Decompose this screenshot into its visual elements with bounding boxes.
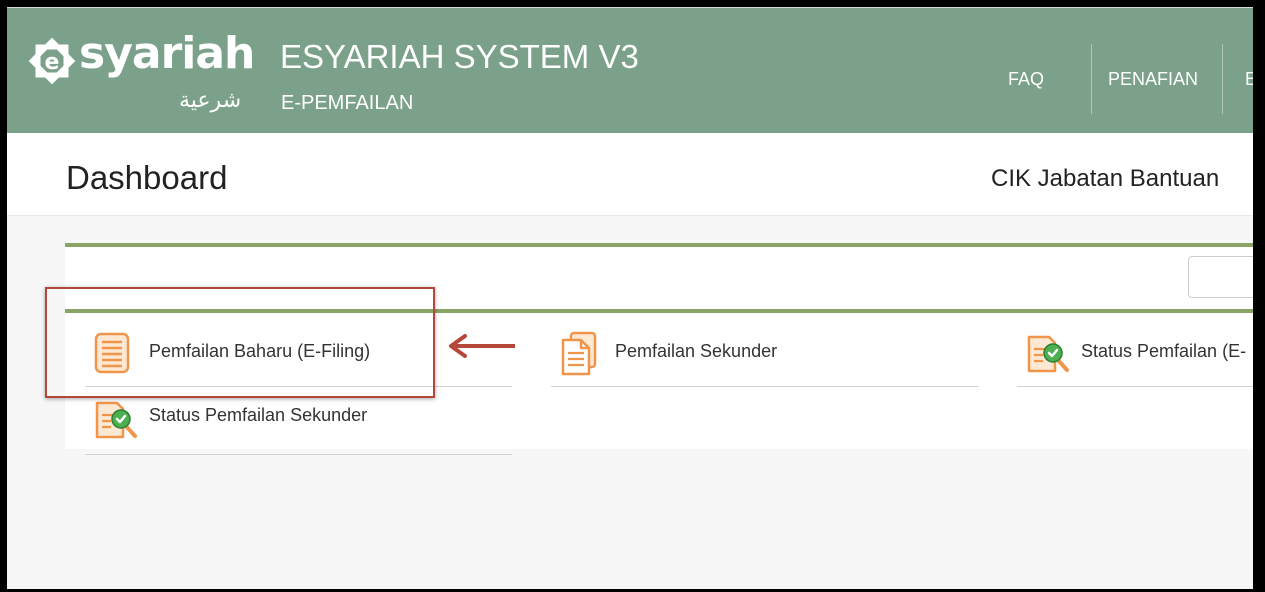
svg-text:e: e bbox=[45, 50, 60, 75]
screenshot-frame: e syariah شرعية ESYARIAH SYSTEM V3 E-PEM… bbox=[0, 0, 1265, 592]
menu-item-label: Status Pemfailan (E- bbox=[1081, 341, 1247, 361]
document-check-search-icon bbox=[1027, 335, 1069, 373]
panel-top-rule bbox=[65, 243, 1253, 247]
search-input[interactable] bbox=[1188, 256, 1253, 298]
nav-divider bbox=[1091, 44, 1092, 114]
app-title: ESYARIAH SYSTEM V3 bbox=[280, 38, 639, 75]
logo-arabic-text: شرعية bbox=[179, 88, 242, 113]
nav-truncated-item[interactable]: E bbox=[1245, 44, 1253, 114]
nav-faq[interactable]: FAQ bbox=[1008, 44, 1044, 114]
menu-item-label: Status Pemfailan Sekunder bbox=[149, 405, 368, 425]
left-arrow-icon bbox=[449, 334, 515, 358]
document-check-search-icon bbox=[95, 401, 137, 439]
page-title-bar: Dashboard CIK Jabatan Bantuan bbox=[7, 133, 1253, 216]
highlight-box bbox=[45, 287, 435, 398]
menu-item-pemfailan-sekunder[interactable]: Pemfailan Sekunder bbox=[551, 321, 979, 387]
header-bar: e syariah شرعية ESYARIAH SYSTEM V3 E-PEM… bbox=[7, 7, 1253, 134]
menu-item-status-pemfailan-sekunder[interactable]: Status Pemfailan Sekunder bbox=[85, 389, 512, 455]
menu-item-label: Pemfailan Sekunder bbox=[615, 341, 778, 361]
page-title: Dashboard bbox=[66, 159, 228, 196]
nav-divider bbox=[1222, 44, 1223, 114]
nav-penafian[interactable]: PENAFIAN bbox=[1108, 44, 1198, 114]
user-name: CIK Jabatan Bantuan bbox=[991, 165, 1220, 192]
documents-icon bbox=[561, 331, 597, 376]
app-window: e syariah شرعية ESYARIAH SYSTEM V3 E-PEM… bbox=[7, 7, 1253, 589]
e-logo-icon: e bbox=[28, 37, 76, 85]
logo-wordmark: syariah bbox=[79, 28, 255, 79]
menu-item-status-pemfailan[interactable]: Status Pemfailan (E- bbox=[1017, 321, 1253, 387]
app-subtitle: E-PEMFAILAN bbox=[281, 92, 414, 114]
